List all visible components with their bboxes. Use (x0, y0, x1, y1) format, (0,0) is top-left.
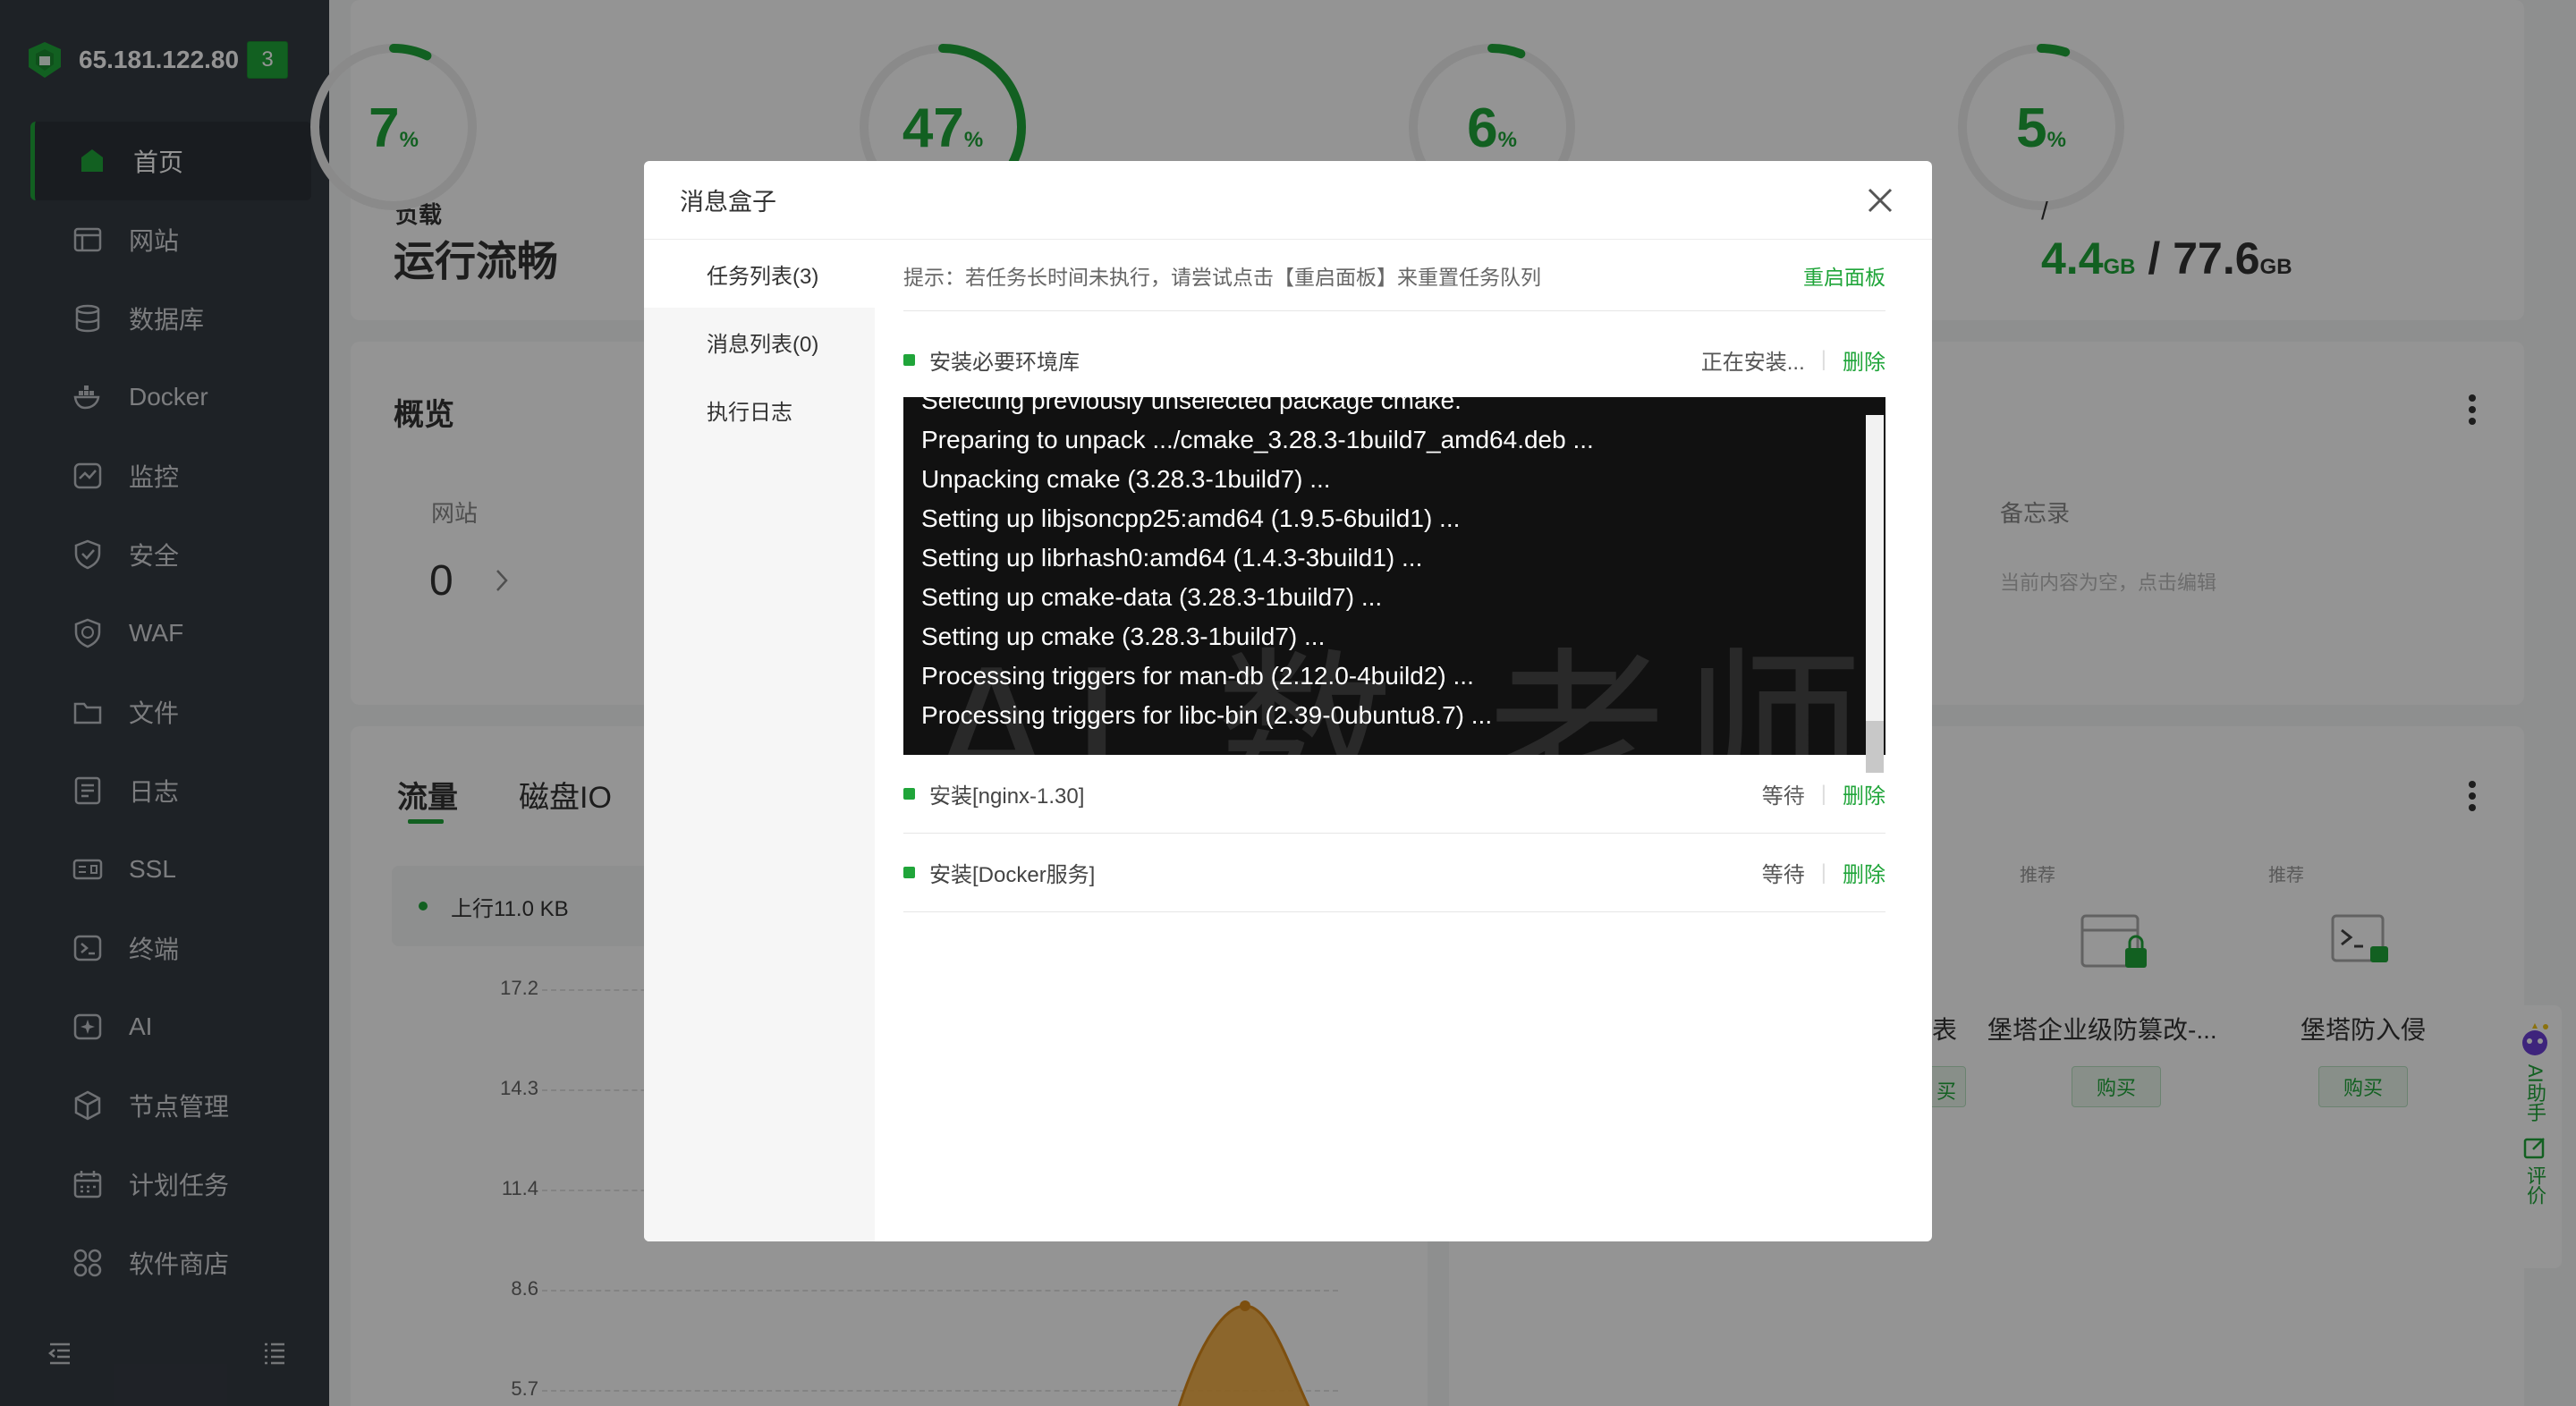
dialog-title: 消息盒子 (680, 189, 776, 216)
tip-text: 提示：若任务长时间未执行，请尝试点击【重启面板】来重置任务队列 (903, 265, 1541, 289)
task-status: 等待 (1761, 863, 1805, 887)
task-status-dot (903, 353, 915, 366)
task-delete-link[interactable]: 删除 (1843, 344, 1885, 376)
console-line: Setting up libjsoncpp25:amd64 (1.9.5-6bu… (921, 504, 1461, 532)
dialog-tab-1[interactable]: 任务列表(3) (644, 240, 875, 308)
dialog-header: 消息盒子 (644, 161, 1932, 240)
restart-panel-link[interactable]: 重启面板 (1803, 260, 1885, 291)
task-delete-link[interactable]: 删除 (1843, 857, 1885, 888)
console-line: Unpacking cmake (3.28.3-1build7) ... (921, 465, 1331, 493)
dialog-tab-2[interactable]: 消息列表(0) (644, 308, 875, 376)
tip-row: 提示：若任务长时间未执行，请尝试点击【重启面板】来重置任务队列 重启面板 (903, 240, 1885, 311)
console-line: Preparing to unpack .../cmake_3.28.3-1bu… (921, 426, 1594, 453)
dialog-tab-list: 任务列表(3) 消息列表(0) 执行日志 (644, 240, 875, 1241)
task-status: 正在安装... (1700, 350, 1805, 375)
task-name: 安装必要环境库 (929, 350, 1080, 375)
task-status-dot (903, 788, 915, 800)
watermark: AI 数 老师 (930, 632, 1881, 841)
dialog-tab-3[interactable]: 执行日志 (644, 376, 875, 444)
console-line: Selecting previously unselected package … (921, 397, 1462, 414)
task-name: 安装[Docker服务] (929, 863, 1096, 887)
task-status-dot (903, 867, 915, 878)
task-row: 安装必要环境库 正在安装... | 删除 (903, 311, 1885, 397)
close-icon[interactable] (1862, 182, 1898, 218)
panel-app: 65.181.122.80 3 首页 网站 数据库 Docker 监控 安全 WAF 文件 日志… (0, 0, 2576, 1406)
console-line: Setting up librhash0:amd64 (1.4.3-3build… (921, 544, 1423, 572)
